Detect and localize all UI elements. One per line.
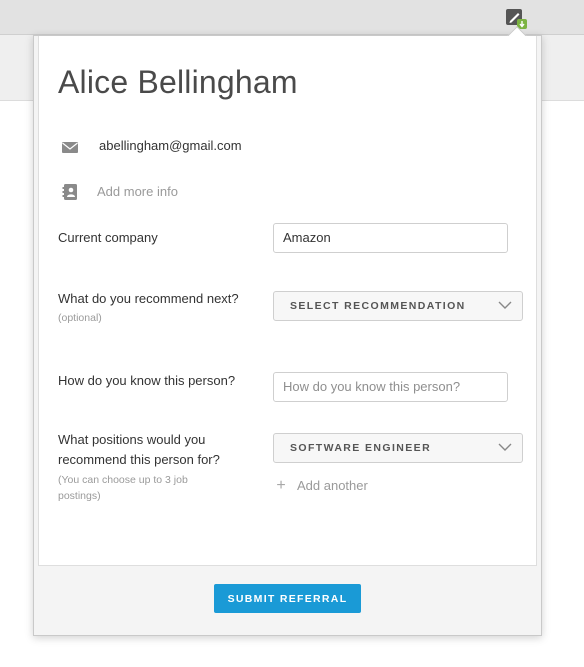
current-company-value: Amazon — [283, 230, 331, 245]
recommend-next-label: What do you recommend next? — [58, 291, 239, 306]
envelope-icon — [62, 142, 78, 153]
position-select[interactable]: SOFTWARE ENGINEER — [273, 433, 523, 463]
add-more-info-link[interactable]: Add more info — [97, 184, 178, 199]
person-name: Alice Bellingham — [58, 64, 298, 100]
referral-form-panel: Alice Bellingham abellingham@gmail.com A… — [38, 36, 537, 566]
app-top-bar — [0, 0, 584, 35]
know-person-label: How do you know this person? — [58, 373, 236, 388]
positions-sublabel-line2: postings) — [58, 490, 101, 502]
add-another-link[interactable]: + Add another — [273, 477, 368, 495]
submit-referral-button[interactable]: SUBMIT REFERRAL — [214, 584, 361, 613]
positions-label-line2: recommend this person for? — [58, 452, 220, 467]
email-address: abellingham@gmail.com — [99, 138, 242, 153]
chevron-down-icon — [498, 443, 512, 451]
current-company-input[interactable]: Amazon — [273, 223, 508, 253]
know-person-placeholder: How do you know this person? — [283, 379, 461, 394]
recommend-next-sublabel: (optional) — [58, 312, 102, 324]
know-person-input[interactable]: How do you know this person? — [273, 372, 508, 402]
positions-sublabel-line1: (You can choose up to 3 job — [58, 474, 188, 486]
plus-icon: + — [276, 477, 286, 494]
current-company-label: Current company — [58, 230, 158, 245]
recommendation-select-value: SELECT RECOMMENDATION — [290, 300, 466, 312]
address-book-icon[interactable] — [61, 183, 79, 201]
chevron-down-icon — [498, 301, 512, 309]
referral-popover: Alice Bellingham abellingham@gmail.com A… — [33, 26, 542, 636]
add-another-label: Add another — [297, 478, 368, 493]
recommendation-select[interactable]: SELECT RECOMMENDATION — [273, 291, 523, 321]
position-select-value: SOFTWARE ENGINEER — [290, 442, 432, 454]
positions-label-line1: What positions would you — [58, 432, 206, 447]
